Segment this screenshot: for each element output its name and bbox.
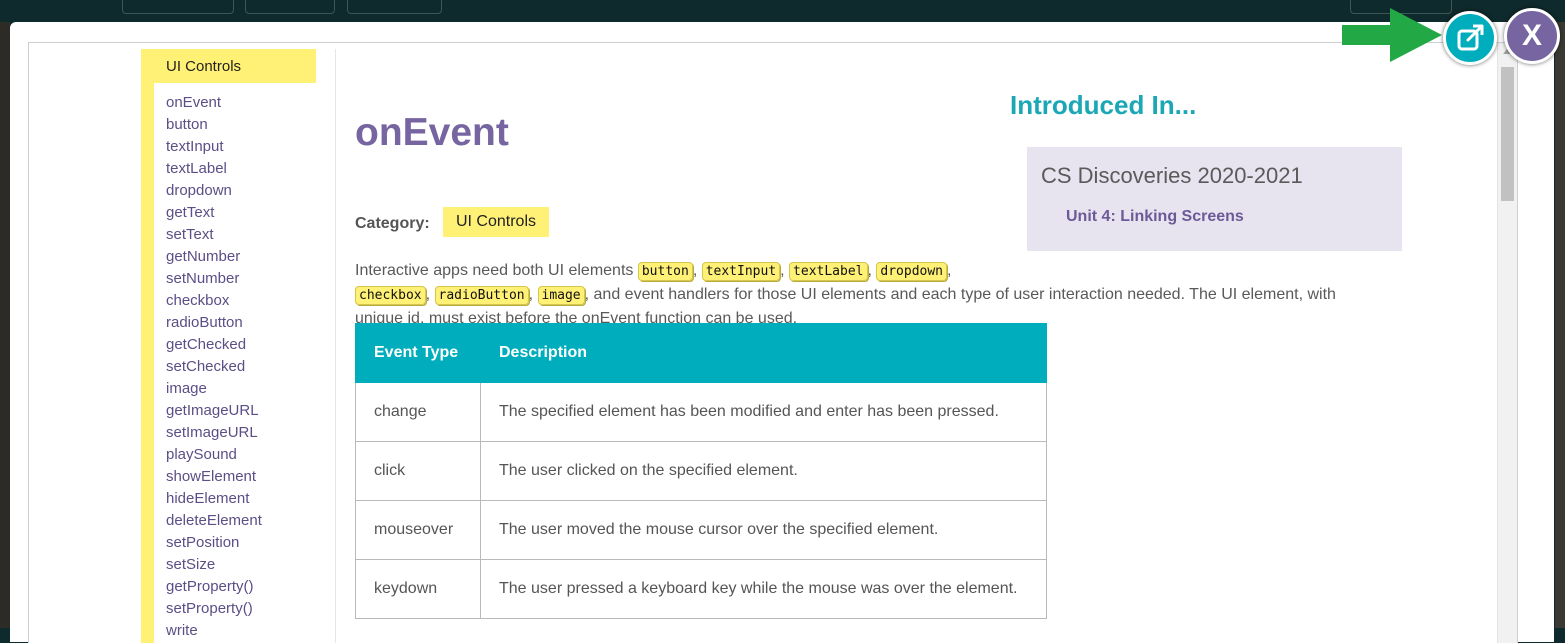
sidebar-item-textinput[interactable]: textInput	[166, 136, 262, 158]
sidebar-item-button[interactable]: button	[166, 114, 262, 136]
description-cell: The user moved the mouse cursor over the…	[480, 500, 1047, 560]
sidebar-item-getnumber[interactable]: getNumber	[166, 246, 262, 268]
sidebar-item-setchecked[interactable]: setChecked	[166, 356, 262, 378]
description-paragraph: Interactive apps need both UI elements b…	[355, 259, 1375, 330]
table-row: mouseover The user moved the mouse curso…	[355, 500, 1047, 560]
description-cell: The specified element has been modified …	[480, 382, 1047, 442]
sidebar-item-gettext[interactable]: getText	[166, 202, 262, 224]
sidebar: UI Controls onEvent button textInput tex…	[141, 49, 336, 643]
event-type-cell: click	[355, 441, 481, 501]
event-type-cell: keydown	[355, 559, 481, 619]
documentation-modal: UI Controls onEvent button textInput tex…	[10, 22, 1554, 643]
vertical-scrollbar[interactable]	[1497, 43, 1517, 643]
event-type-table: Event Type Description change The specif…	[355, 323, 1047, 619]
introduced-in-box: CS Discoveries 2020-2021 Unit 4: Linking…	[1027, 147, 1402, 251]
sidebar-item-write[interactable]: write	[166, 620, 262, 642]
course-name: CS Discoveries 2020-2021	[1041, 163, 1303, 188]
top-toolbar-button-2[interactable]	[245, 0, 335, 14]
table-row: change The specified element has been mo…	[355, 382, 1047, 442]
sidebar-item-showelement[interactable]: showElement	[166, 466, 262, 488]
tag-checkbox[interactable]: checkbox	[355, 286, 426, 305]
description-cell: The user pressed a keyboard key while th…	[480, 559, 1047, 619]
sidebar-item-setposition[interactable]: setPosition	[166, 532, 262, 554]
description-line-2: checkbox, radioButton, image, and event …	[355, 283, 1375, 307]
table-row: keydown The user pressed a keyboard key …	[355, 559, 1047, 619]
introduced-in-heading: Introduced In...	[1010, 90, 1197, 120]
table-row: click The user clicked on the specified …	[355, 441, 1047, 501]
sidebar-item-getproperty[interactable]: getProperty()	[166, 576, 262, 598]
tag-radiobutton[interactable]: radioButton	[434, 286, 529, 305]
documentation-frame: UI Controls onEvent button textInput tex…	[28, 42, 1518, 643]
sidebar-item-getimageurl[interactable]: getImageURL	[166, 400, 262, 422]
sidebar-accent-bar	[141, 49, 154, 643]
description-suffix: , and event handlers for those UI elemen…	[584, 286, 1336, 303]
external-link-icon	[1457, 24, 1484, 51]
sidebar-item-setimageurl[interactable]: setImageURL	[166, 422, 262, 444]
sidebar-item-setproperty[interactable]: setProperty()	[166, 598, 262, 620]
sidebar-item-hideelement[interactable]: hideElement	[166, 488, 262, 510]
background-app-edge-left	[0, 22, 10, 628]
table-header-row: Event Type Description	[355, 323, 1047, 383]
sidebar-item-settext[interactable]: setText	[166, 224, 262, 246]
sidebar-item-setsize[interactable]: setSize	[166, 554, 262, 576]
sidebar-item-radiobutton[interactable]: radioButton	[166, 312, 262, 334]
sidebar-item-image[interactable]: image	[166, 378, 262, 400]
sidebar-heading: UI Controls	[141, 49, 316, 83]
sidebar-item-onevent[interactable]: onEvent	[166, 92, 262, 114]
tag-textlabel[interactable]: textLabel	[789, 262, 868, 281]
scrollbar-thumb[interactable]	[1501, 67, 1514, 201]
tag-textinput[interactable]: textInput	[701, 262, 781, 281]
sidebar-item-textlabel[interactable]: textLabel	[166, 158, 262, 180]
description-prefix: Interactive apps need both UI elements	[355, 262, 634, 279]
event-type-cell: mouseover	[355, 500, 481, 560]
sidebar-item-deleteelement[interactable]: deleteElement	[166, 510, 262, 532]
sidebar-item-dropdown[interactable]: dropdown	[166, 180, 262, 202]
tag-image[interactable]: image	[537, 286, 585, 305]
header-event-type: Event Type	[355, 323, 481, 383]
top-toolbar-button-1[interactable]	[122, 0, 234, 14]
sidebar-item-getchecked[interactable]: getChecked	[166, 334, 262, 356]
sidebar-item-checkbox[interactable]: checkbox	[166, 290, 262, 312]
tag-dropdown[interactable]: dropdown	[876, 262, 948, 281]
top-toolbar-button-3[interactable]	[347, 0, 442, 14]
event-type-cell: change	[355, 382, 481, 442]
sidebar-list: onEvent button textInput textLabel dropd…	[166, 92, 262, 642]
sidebar-item-playsound[interactable]: playSound	[166, 444, 262, 466]
category-label: Category:	[355, 215, 430, 232]
close-icon: X	[1521, 19, 1542, 52]
description-line-1: Interactive apps need both UI elements b…	[355, 262, 952, 281]
background-app-edge-right	[1555, 22, 1565, 628]
sidebar-heading-label: UI Controls	[166, 58, 242, 75]
open-in-new-window-button[interactable]	[1443, 11, 1497, 65]
description-cell: The user clicked on the specified elemen…	[480, 441, 1047, 501]
close-modal-button[interactable]: X	[1504, 8, 1560, 64]
header-description: Description	[480, 323, 1047, 383]
sidebar-item-setnumber[interactable]: setNumber	[166, 268, 262, 290]
page-title: onEvent	[355, 111, 509, 154]
unit-link[interactable]: Unit 4: Linking Screens	[1066, 208, 1244, 226]
tag-button[interactable]: button	[637, 262, 693, 281]
category-badge[interactable]: UI Controls	[443, 207, 549, 237]
green-arrow-icon	[1342, 8, 1442, 62]
